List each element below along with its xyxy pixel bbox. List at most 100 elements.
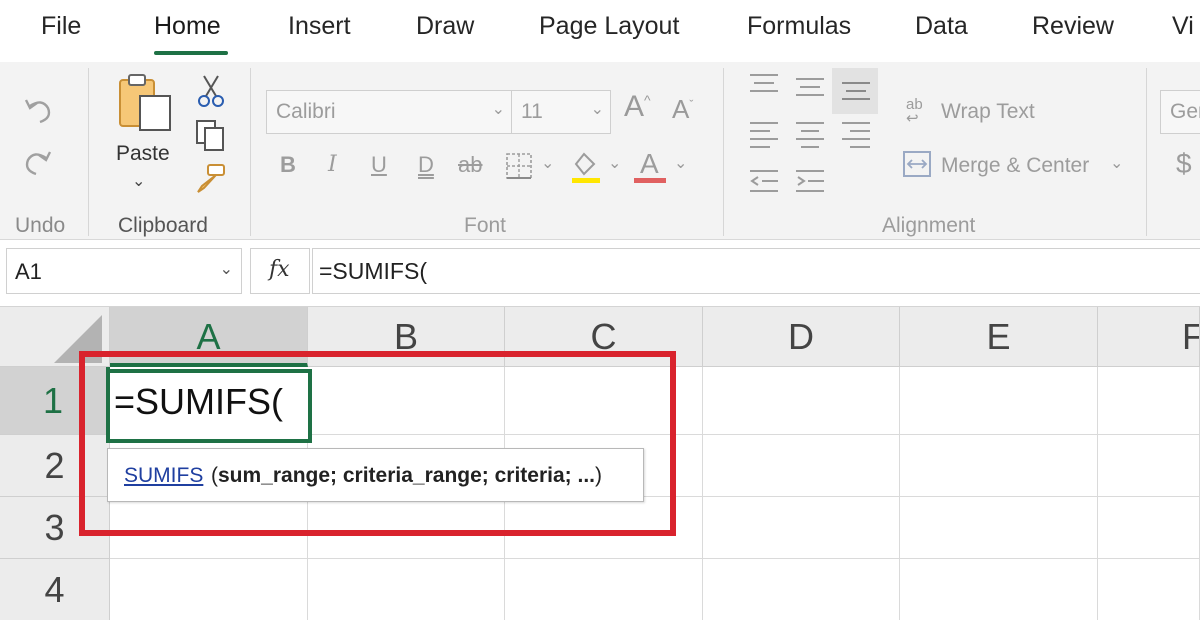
strikethrough-button[interactable]: ab <box>458 152 482 178</box>
cell[interactable] <box>1098 367 1200 435</box>
tab-page-layout[interactable]: Page Layout <box>539 12 679 41</box>
row-header-3[interactable]: 3 <box>0 497 110 559</box>
tab-insert[interactable]: Insert <box>288 12 351 41</box>
column-header-f[interactable]: F <box>1098 307 1200 367</box>
align-top-icon[interactable] <box>748 72 780 98</box>
ribbon-tabs: File Home Insert Draw Page Layout Formul… <box>0 0 1200 62</box>
function-signature: (sum_range; criteria_range; criteria; ..… <box>211 464 602 487</box>
select-all-corner[interactable] <box>0 307 110 367</box>
decrease-font-size-icon[interactable]: Aˇ <box>672 96 693 122</box>
ribbon: Undo Paste ⌄ Clipboard Calibri ⌄ 11 ⌄ A^… <box>0 62 1200 240</box>
active-cell-value: =SUMIFS( <box>114 381 284 422</box>
function-help-link[interactable]: SUMIFS <box>124 464 203 488</box>
fill-color-icon[interactable] <box>568 148 602 184</box>
active-cell-a1[interactable]: =SUMIFS( <box>106 369 312 443</box>
merge-center-icon[interactable] <box>902 150 932 178</box>
wrap-text-icon[interactable]: ab ↩ <box>906 97 923 126</box>
format-painter-icon[interactable] <box>194 162 228 196</box>
tab-review[interactable]: Review <box>1032 12 1114 41</box>
redo-icon[interactable] <box>20 144 56 180</box>
tab-data[interactable]: Data <box>915 12 968 41</box>
column-header-c[interactable]: C <box>505 307 703 367</box>
tab-formulas[interactable]: Formulas <box>747 12 851 41</box>
row-header-1[interactable]: 1 <box>0 367 110 435</box>
align-center-icon[interactable] <box>794 120 826 150</box>
row-header-2[interactable]: 2 <box>0 435 110 497</box>
paste-icon[interactable] <box>116 72 174 134</box>
tab-file[interactable]: File <box>41 12 81 41</box>
cell[interactable] <box>1098 559 1200 620</box>
paste-label[interactable]: Paste <box>116 142 170 166</box>
cut-icon[interactable] <box>196 74 226 108</box>
cell[interactable] <box>505 367 703 435</box>
increase-font-size-icon[interactable]: A^ <box>624 92 651 122</box>
undo-icon[interactable] <box>20 92 56 128</box>
font-size-select[interactable]: 11 ⌄ <box>511 90 611 134</box>
decrease-indent-icon[interactable] <box>748 168 780 196</box>
active-tab-indicator <box>154 51 228 55</box>
merge-center-button[interactable]: Merge & Center <box>941 154 1089 178</box>
tab-view[interactable]: Vi <box>1172 12 1194 41</box>
tab-home[interactable]: Home <box>154 12 221 41</box>
insert-function-button[interactable]: fx <box>250 248 310 294</box>
group-divider <box>88 68 89 236</box>
font-name-select[interactable]: Calibri ⌄ <box>266 90 512 134</box>
chevron-down-icon[interactable]: ⌄ <box>674 156 687 172</box>
increase-indent-icon[interactable] <box>794 168 826 196</box>
cell[interactable] <box>1098 497 1200 559</box>
column-header-b[interactable]: B <box>308 307 505 367</box>
paste-chevron-icon[interactable]: ⌄ <box>132 174 145 190</box>
number-format-select[interactable]: Ger <box>1160 90 1200 134</box>
column-header-d[interactable]: D <box>703 307 900 367</box>
borders-icon[interactable] <box>505 152 533 180</box>
chevron-down-icon[interactable]: ⌄ <box>1110 156 1123 172</box>
font-size-value: 11 <box>521 100 543 123</box>
cell[interactable] <box>900 497 1098 559</box>
underline-button[interactable]: U <box>371 152 387 178</box>
formula-input[interactable]: =SUMIFS( <box>312 248 1200 294</box>
bold-button[interactable]: B <box>280 152 296 178</box>
cell[interactable] <box>703 559 900 620</box>
align-left-icon[interactable] <box>748 120 780 150</box>
cell[interactable] <box>900 367 1098 435</box>
align-right-icon[interactable] <box>840 120 872 150</box>
column-header-a[interactable]: A <box>110 307 308 367</box>
cell[interactable] <box>110 497 308 559</box>
chevron-down-icon[interactable]: ⌄ <box>541 156 554 172</box>
tab-draw[interactable]: Draw <box>416 12 474 41</box>
chevron-down-icon: ⌄ <box>491 101 505 118</box>
cell[interactable] <box>1098 435 1200 497</box>
align-bottom-icon[interactable] <box>840 80 872 106</box>
group-divider <box>1146 68 1147 236</box>
double-underline-button[interactable]: D <box>418 152 434 178</box>
group-label-clipboard: Clipboard <box>118 214 208 237</box>
wrap-text-button[interactable]: Wrap Text <box>941 100 1035 124</box>
cell[interactable] <box>900 559 1098 620</box>
column-header-e[interactable]: E <box>900 307 1098 367</box>
align-middle-icon[interactable] <box>794 76 826 102</box>
row-header-4[interactable]: 4 <box>0 559 110 620</box>
name-box[interactable]: A1 ⌄ <box>6 248 242 294</box>
font-color-button[interactable]: A <box>640 148 659 180</box>
chevron-down-icon[interactable]: ⌄ <box>608 156 621 172</box>
chevron-down-icon: ⌄ <box>219 261 233 278</box>
cell[interactable] <box>703 367 900 435</box>
cell[interactable] <box>505 497 703 559</box>
cell[interactable] <box>308 559 505 620</box>
cell[interactable] <box>110 559 308 620</box>
cell[interactable] <box>900 435 1098 497</box>
fx-icon: fx <box>269 257 290 282</box>
cell[interactable] <box>308 497 505 559</box>
formula-bar: A1 ⌄ fx =SUMIFS( <box>0 240 1200 306</box>
currency-icon[interactable]: $ <box>1176 148 1192 180</box>
function-tooltip: SUMIFS (sum_range; criteria_range; crite… <box>107 448 644 502</box>
function-arguments: sum_range; criteria_range; criteria; ... <box>218 464 595 487</box>
cell[interactable] <box>703 435 900 497</box>
cell[interactable] <box>308 367 505 435</box>
italic-button[interactable]: I <box>328 152 337 177</box>
cell[interactable] <box>703 497 900 559</box>
copy-icon[interactable] <box>194 118 228 152</box>
name-box-value: A1 <box>15 259 42 284</box>
cell[interactable] <box>505 559 703 620</box>
select-all-icon <box>54 315 102 363</box>
